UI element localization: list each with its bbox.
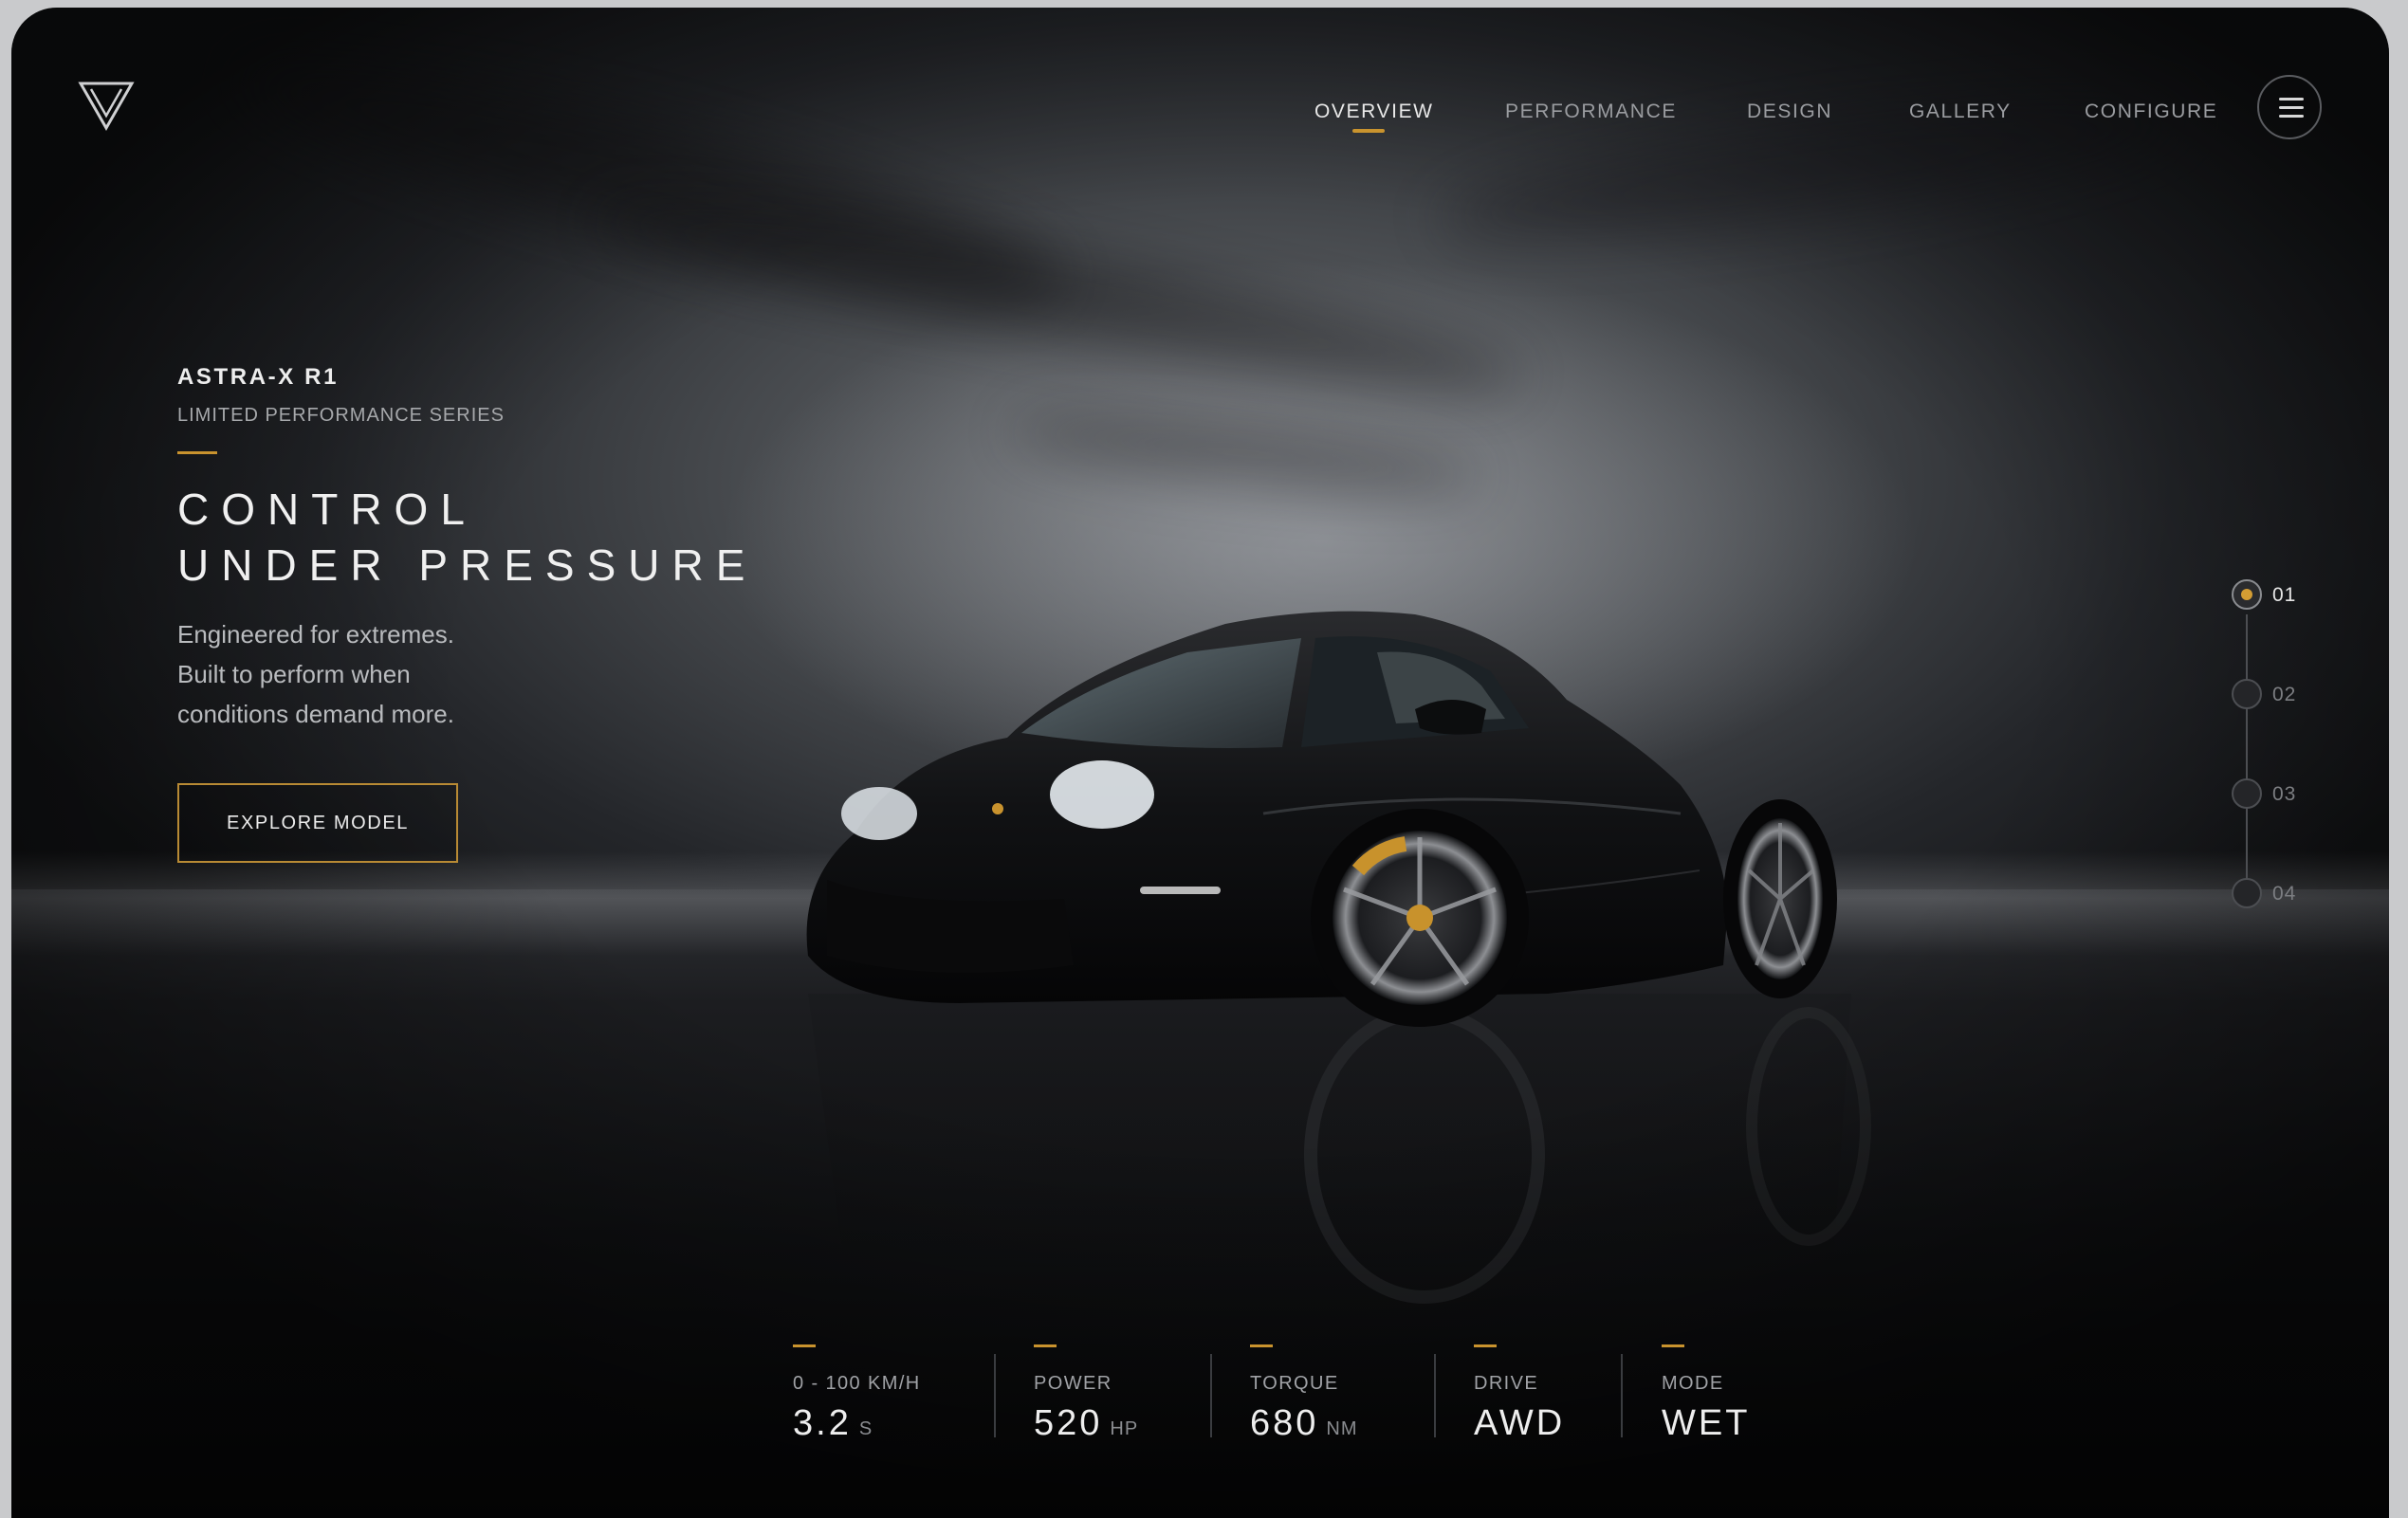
stat-value: WET xyxy=(1662,1403,1751,1443)
accent-divider xyxy=(177,451,217,454)
stepper-label-03: 03 xyxy=(2272,783,2297,805)
description-line-1: Engineered for extremes. xyxy=(177,620,454,649)
stat-label: POWER xyxy=(1034,1373,1112,1394)
stat-divider xyxy=(1434,1354,1436,1437)
stat-label: 0 - 100 KM/H xyxy=(793,1373,921,1394)
stat-label: TORQUE xyxy=(1250,1373,1339,1394)
stat-value: 680 NM xyxy=(1250,1403,1358,1443)
explore-model-button[interactable]: EXPLORE MODEL xyxy=(177,783,458,863)
description-line-3: conditions demand more. xyxy=(177,700,454,728)
stat-accent xyxy=(1662,1344,1684,1347)
stepper-label-02: 02 xyxy=(2272,684,2297,705)
nav-configure[interactable]: CONFIGURE xyxy=(2085,101,2217,123)
nav-design[interactable]: DESIGN xyxy=(1747,101,1832,123)
stat-accent xyxy=(1474,1344,1497,1347)
nav-active-indicator xyxy=(1352,129,1385,133)
stepper-track xyxy=(2246,614,2248,899)
model-series: LIMITED PERFORMANCE SERIES xyxy=(177,405,505,426)
headline-line-1: CONTROL xyxy=(177,485,477,534)
hamburger-menu-icon[interactable] xyxy=(2257,75,2322,139)
stat-divider xyxy=(994,1354,996,1437)
vignette xyxy=(11,8,2389,1518)
stat-divider xyxy=(1210,1354,1212,1437)
stat-value: AWD xyxy=(1474,1403,1566,1443)
stat-label: MODE xyxy=(1662,1373,1724,1394)
stepper-dot-04[interactable] xyxy=(2232,878,2262,908)
stat-accent xyxy=(793,1344,816,1347)
stat-accent xyxy=(1034,1344,1057,1347)
stepper-dot-02[interactable] xyxy=(2232,679,2262,709)
model-name: ASTRA-X R1 xyxy=(177,364,340,390)
stepper-dot-03[interactable] xyxy=(2232,778,2262,809)
triangle-logo-icon[interactable] xyxy=(78,80,135,132)
description-line-2: Built to perform when xyxy=(177,660,411,688)
nav-gallery[interactable]: GALLERY xyxy=(1909,101,2012,123)
hero-frame: OVERVIEW PERFORMANCE DESIGN GALLERY CONF… xyxy=(11,8,2389,1518)
headline-line-2: UNDER PRESSURE xyxy=(177,540,758,590)
nav-performance[interactable]: PERFORMANCE xyxy=(1505,101,1677,123)
stepper-label-01: 01 xyxy=(2272,584,2297,606)
stepper-dot-01[interactable] xyxy=(2232,579,2262,610)
stat-label: DRIVE xyxy=(1474,1373,1539,1394)
stat-value: 520 HP xyxy=(1034,1403,1139,1443)
stat-divider xyxy=(1621,1354,1623,1437)
stat-value: 3.2 S xyxy=(793,1403,873,1443)
nav-overview[interactable]: OVERVIEW xyxy=(1314,101,1434,123)
stepper-label-04: 04 xyxy=(2272,883,2297,905)
stat-accent xyxy=(1250,1344,1273,1347)
